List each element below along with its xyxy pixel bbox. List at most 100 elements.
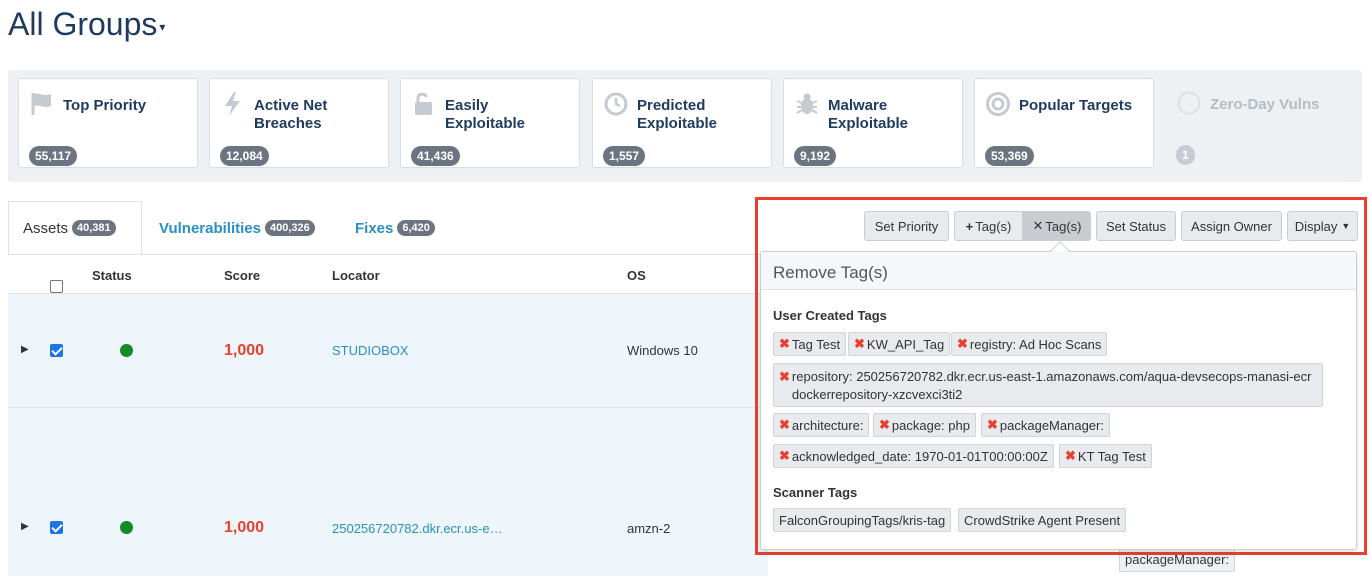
remove-tag-icon[interactable]: ✖ bbox=[1065, 448, 1076, 464]
popover-title: Remove Tag(s) bbox=[761, 252, 1356, 290]
column-header-locator[interactable]: Locator bbox=[332, 268, 380, 283]
expand-row-icon[interactable]: ▶ bbox=[21, 344, 29, 355]
add-tags-label: Tag(s) bbox=[975, 218, 1012, 234]
caret-down-icon[interactable]: ▾ bbox=[159, 20, 165, 34]
card-count-badge: 1,557 bbox=[603, 146, 646, 166]
card-easily-exploitable[interactable]: Easily Exploitable 41,436 bbox=[400, 78, 580, 168]
card-label: Zero-Day Vulns bbox=[1210, 96, 1320, 113]
tab-count-badge: 6,420 bbox=[397, 220, 435, 236]
set-status-label: Set Status bbox=[1106, 218, 1166, 234]
remove-tag-icon[interactable]: ✖ bbox=[779, 448, 790, 464]
card-label: Active Net Breaches bbox=[254, 97, 328, 132]
tag-label: FalconGroupingTags/kris-tag bbox=[779, 512, 946, 528]
remove-tags-popover: Remove Tag(s) User Created Tags ✖ Tag Tes… bbox=[760, 241, 1357, 550]
locator-link[interactable]: 250256720782.dkr.ecr.us-e… bbox=[332, 521, 503, 536]
expand-row-icon[interactable]: ▶ bbox=[21, 521, 29, 532]
column-header-score[interactable]: Score bbox=[224, 268, 260, 283]
locator-link[interactable]: STUDIOBOX bbox=[332, 343, 409, 358]
column-header-status[interactable]: Status bbox=[92, 268, 132, 283]
tag-label: repository: 250256720782.dkr.ecr.us-east… bbox=[791, 369, 1312, 402]
scanner-tags-heading: Scanner Tags bbox=[773, 485, 858, 500]
os-value: Windows 10 bbox=[627, 343, 698, 358]
set-priority-button[interactable]: Set Priority bbox=[864, 211, 949, 241]
removable-tag[interactable]: ✖ architecture: bbox=[773, 413, 870, 437]
remove-tag-icon[interactable]: ✖ bbox=[779, 417, 790, 433]
removable-tag[interactable]: ✖ package: php bbox=[873, 413, 976, 437]
remove-tag-icon[interactable]: ✖ bbox=[779, 368, 790, 386]
tab-label: Assets bbox=[23, 219, 69, 237]
removable-tag[interactable]: ✖ Tag Test bbox=[773, 332, 847, 356]
add-tags-button[interactable]: + Tag(s) bbox=[954, 211, 1023, 241]
clock-icon bbox=[603, 91, 629, 117]
tab-fixes[interactable]: Fixes 6,420 bbox=[341, 201, 449, 255]
tab-label: Fixes bbox=[355, 219, 394, 237]
card-label: Popular Targets bbox=[1019, 97, 1133, 114]
remove-tag-icon[interactable]: ✖ bbox=[854, 336, 865, 352]
remove-x-icon: ✕ bbox=[1032, 218, 1044, 233]
assign-owner-label: Assign Owner bbox=[1191, 218, 1272, 234]
removable-tag[interactable]: ✖ KT Tag Test bbox=[1059, 444, 1152, 468]
removable-tag[interactable]: ✖ acknowledged_date: 1970-01-01T00:00:00Z bbox=[773, 444, 1054, 468]
target-icon bbox=[985, 91, 1011, 117]
tab-label: Vulnerabilities bbox=[159, 219, 261, 237]
scanner-tag: FalconGroupingTags/kris-tag bbox=[773, 508, 952, 532]
card-top-priority[interactable]: Top Priority 55,117 bbox=[18, 78, 198, 168]
card-count-badge: 12,084 bbox=[220, 146, 269, 166]
card-count-badge: 55,117 bbox=[29, 146, 78, 166]
remove-tag-icon[interactable]: ✖ bbox=[879, 417, 890, 433]
card-count-badge: 9,192 bbox=[794, 146, 837, 166]
card-label: Predicted Exploitable bbox=[637, 97, 718, 132]
card-zero-day-vulns[interactable]: Zero-Day Vulns 1 bbox=[1166, 78, 1346, 168]
card-label: Malware Exploitable bbox=[828, 97, 909, 132]
remove-tag-icon[interactable]: ✖ bbox=[779, 336, 790, 352]
tag-label: Tag Test bbox=[791, 336, 841, 352]
status-dot-icon bbox=[120, 521, 133, 534]
flag-icon bbox=[29, 91, 55, 117]
status-dot-icon bbox=[120, 344, 133, 357]
tag-label: CrowdStrike Agent Present bbox=[964, 512, 1121, 528]
table-row[interactable]: ▶ 1,000 250256720782.dkr.ecr.us-e… amzn-… bbox=[8, 408, 768, 576]
tag-label: registry: Ad Hoc Scans bbox=[969, 336, 1102, 352]
row-checkbox[interactable] bbox=[50, 521, 63, 537]
unlock-icon bbox=[411, 91, 437, 117]
card-popular-targets[interactable]: Popular Targets 53,369 bbox=[974, 78, 1154, 168]
display-label: Display bbox=[1294, 218, 1338, 234]
card-count-badge: 53,369 bbox=[985, 146, 1034, 166]
risk-score: 1,000 bbox=[224, 342, 265, 359]
tab-vulnerabilities[interactable]: Vulnerabilities 400,326 bbox=[145, 201, 329, 255]
card-malware-exploitable[interactable]: Malware Exploitable 9,192 bbox=[783, 78, 963, 168]
remove-tags-button[interactable]: ✕ Tag(s) bbox=[1023, 211, 1091, 241]
tab-count-badge: 400,326 bbox=[264, 220, 315, 236]
card-active-net-breaches[interactable]: Active Net Breaches 12,084 bbox=[209, 78, 389, 168]
assign-owner-button[interactable]: Assign Owner bbox=[1181, 211, 1282, 241]
caret-down-icon: ▼ bbox=[1341, 221, 1351, 231]
tab-count-badge: 40,381 bbox=[72, 220, 116, 236]
removable-tag[interactable]: ✖ KW_API_Tag bbox=[848, 332, 951, 356]
removable-tag[interactable]: ✖ repository: 250256720782.dkr.ecr.us-eas… bbox=[773, 363, 1323, 407]
bug-icon bbox=[794, 91, 820, 117]
page-title-text: All Groups bbox=[8, 6, 158, 42]
scanner-tag: CrowdStrike Agent Present bbox=[958, 508, 1127, 532]
removable-tag[interactable]: ✖ registry: Ad Hoc Scans bbox=[951, 332, 1108, 356]
display-dropdown-button[interactable]: Display ▼ bbox=[1287, 211, 1358, 241]
remove-tag-icon[interactable]: ✖ bbox=[957, 336, 968, 352]
card-label: Top Priority bbox=[63, 97, 147, 114]
plus-icon: + bbox=[965, 218, 974, 234]
set-status-button[interactable]: Set Status bbox=[1096, 211, 1176, 241]
row-checkbox[interactable] bbox=[50, 344, 63, 360]
os-value: amzn-2 bbox=[627, 521, 671, 536]
table-row[interactable]: ▶ 1,000 STUDIOBOX Windows 10 bbox=[8, 294, 768, 408]
tag-label: KT Tag Test bbox=[1077, 448, 1146, 464]
tab-assets[interactable]: Assets 40,381 bbox=[8, 201, 142, 255]
card-predicted-exploitable[interactable]: Predicted Exploitable 1,557 bbox=[592, 78, 772, 168]
user-created-tags-heading: User Created Tags bbox=[773, 308, 887, 323]
lightning-icon bbox=[220, 91, 246, 117]
removable-tag[interactable]: ✖ packageManager: bbox=[981, 413, 1110, 437]
card-count-badge: 41,436 bbox=[411, 146, 460, 166]
tag-label: architecture: bbox=[791, 417, 864, 433]
page-title[interactable]: All Groups ▾ bbox=[8, 6, 165, 43]
tag-label: package: php bbox=[891, 417, 970, 433]
column-header-os[interactable]: OS bbox=[627, 268, 646, 283]
remove-tag-icon[interactable]: ✖ bbox=[987, 417, 998, 433]
tag-label: KW_API_Tag bbox=[866, 336, 945, 352]
